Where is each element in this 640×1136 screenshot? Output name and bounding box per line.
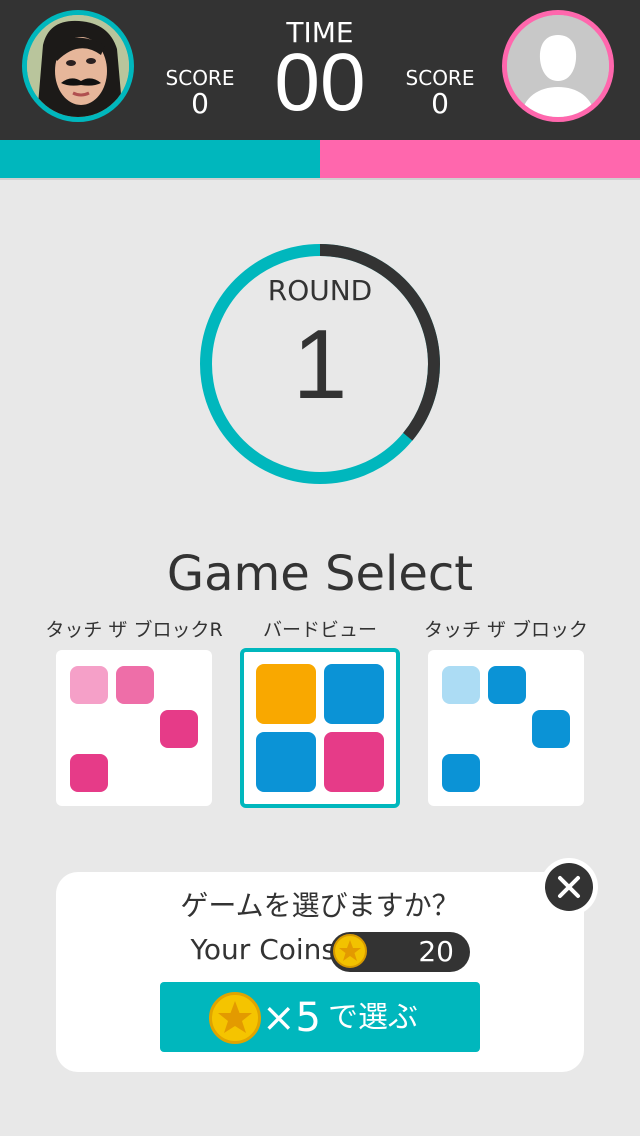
close-icon[interactable] <box>545 863 593 911</box>
player2-score: 0 <box>431 87 449 120</box>
game-name-bird-view: バードビュー <box>262 619 377 641</box>
block-tile <box>532 710 570 748</box>
block-tile <box>442 754 480 792</box>
block-tile <box>116 666 154 704</box>
block-tile <box>256 664 316 724</box>
person-silhouette-icon <box>507 15 609 117</box>
player1-score: 0 <box>191 87 209 120</box>
time-value: 00 <box>274 37 366 128</box>
block-tile <box>256 732 316 792</box>
coin-icon <box>209 992 261 1044</box>
close-x-glyph <box>558 876 580 898</box>
game-select-title: Game Select <box>166 546 474 602</box>
button-multiplier: ×5 <box>262 995 321 1041</box>
block-tile <box>442 666 480 704</box>
game-name-touch-the-block: タッチ ザ ブロック <box>423 619 589 641</box>
block-tile <box>324 732 384 792</box>
round-label: ROUND <box>267 274 373 307</box>
player2-color-bar <box>320 140 640 178</box>
coins-value: 20 <box>418 935 454 968</box>
coins-label: Your Coins <box>190 933 336 966</box>
block-tile <box>70 666 108 704</box>
block-tile <box>324 664 384 724</box>
block-tile <box>160 710 198 748</box>
player-photo-icon <box>27 15 129 117</box>
game-card-bird-view[interactable] <box>240 648 400 808</box>
block-tile <box>488 666 526 704</box>
dialog-question: ゲームを選びますか？ <box>180 889 460 922</box>
star-icon <box>218 1001 252 1033</box>
round-number: 1 <box>292 309 348 419</box>
button-text: で選ぶ <box>328 1000 418 1035</box>
divider <box>0 178 640 180</box>
game-name-touch-the-block-r: タッチ ザ ブロックR <box>45 619 223 641</box>
coin-icon <box>333 934 367 968</box>
player1-color-bar <box>0 140 320 178</box>
block-tile <box>70 754 108 792</box>
star-icon <box>339 940 361 961</box>
game-card-touch-the-block[interactable] <box>428 650 584 806</box>
player2-avatar <box>502 10 614 122</box>
player1-avatar <box>22 10 134 122</box>
game-card-touch-the-block-r[interactable] <box>56 650 212 806</box>
